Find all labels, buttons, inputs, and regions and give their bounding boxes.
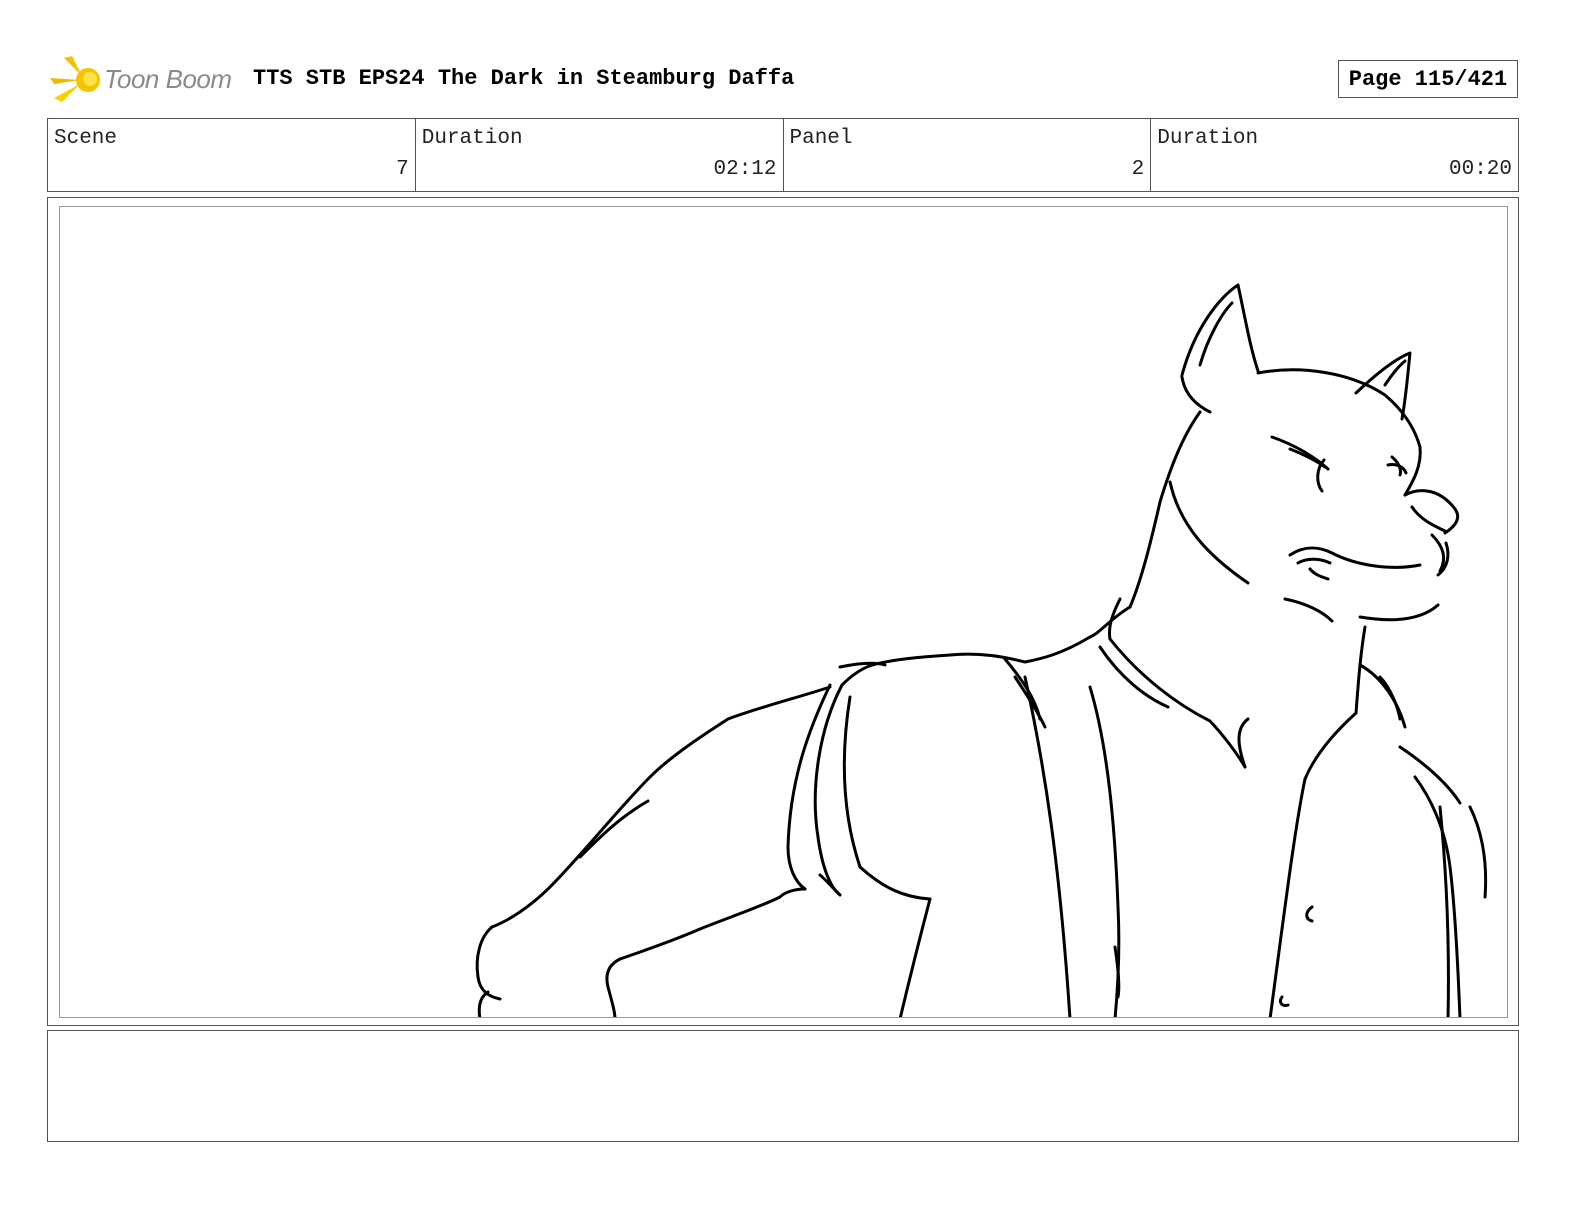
toon-boom-logo: Toon Boom [50,56,240,106]
panel-duration-label: Duration [1157,127,1259,150]
scene-duration-label: Duration [421,127,523,150]
panel-frame [47,197,1519,1026]
panel-duration-value: 00:20 [1448,158,1512,181]
document-title: TTS STB EPS24 The Dark in Steamburg Daff… [253,66,795,91]
scene-duration-value: 02:12 [713,158,777,181]
panel-value: 2 [1131,158,1145,181]
toon-boom-star-icon [50,56,100,102]
storyboard-page: Toon Boom TTS STB EPS24 The Dark in Stea… [0,0,1584,1224]
scene-duration-cell: Duration 02:12 [416,119,784,191]
scene-label: Scene [54,127,118,150]
scene-cell: Scene 7 [48,119,416,191]
panel-cell: Panel 2 [784,119,1152,191]
page-number: Page 115/421 [1338,60,1518,98]
panel-notes-box [47,1030,1519,1142]
scene-value: 7 [396,158,409,181]
panel-label: Panel [789,127,853,150]
scene-info-table: Scene 7 Duration 02:12 Panel 2 Duration … [47,118,1519,192]
panel-duration-cell: Duration 00:20 [1151,119,1518,191]
logo-wordmark: Toon Boom [104,64,232,94]
panel-image-area [59,206,1508,1018]
sketch-dog-character-icon [475,283,1488,1017]
